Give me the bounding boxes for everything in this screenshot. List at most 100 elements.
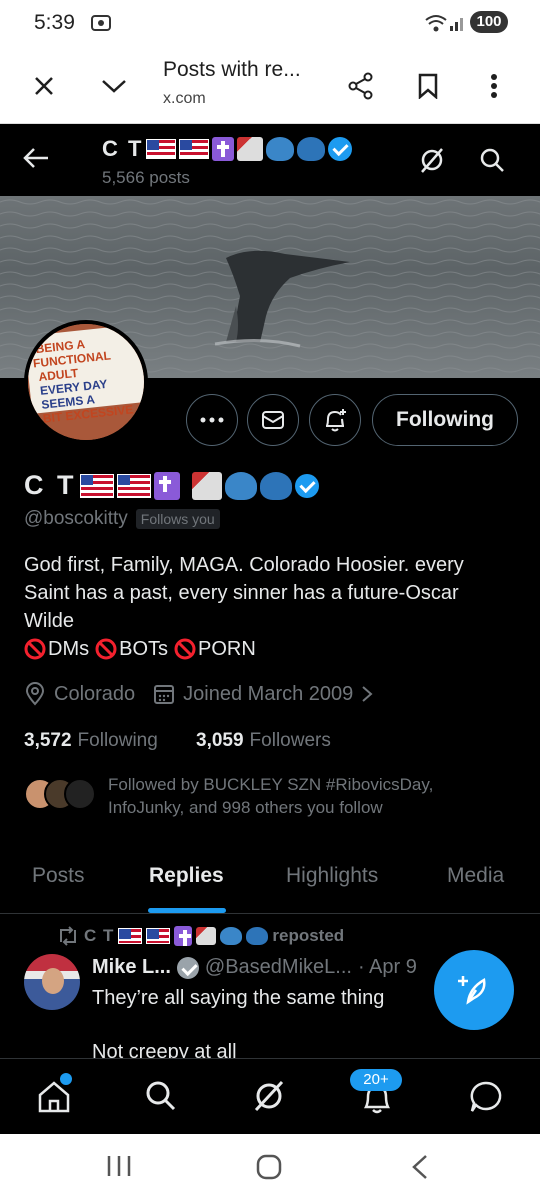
followers-count: 3,059 <box>196 730 244 751</box>
us-flag-icon <box>179 139 210 159</box>
notifications-subscribe-button[interactable] <box>309 394 361 446</box>
search-icon[interactable] <box>478 146 506 179</box>
profile-joined[interactable]: Joined March 2009 <box>183 683 353 706</box>
bio-line: God first, Family, MAGA. Colorado Hoosie… <box>24 554 464 576</box>
whale-icon <box>220 927 243 945</box>
bio-no-porn: PORN <box>198 638 256 660</box>
browser-toolbar: Posts with re... x.com <box>0 48 540 124</box>
followed-by-line: InfoJunky, and 998 others you follow <box>108 798 383 817</box>
post-author[interactable]: Mike L... <box>92 956 171 979</box>
bio-line: Wilde <box>24 610 75 632</box>
tab-replies[interactable]: Replies <box>149 864 224 888</box>
tab-posts[interactable]: Posts <box>32 864 85 888</box>
share-icon[interactable] <box>343 68 379 104</box>
profile-location: Colorado <box>54 682 136 705</box>
home-button-icon[interactable] <box>256 1154 282 1185</box>
bookmark-icon[interactable] <box>410 68 446 104</box>
feather-plus-icon <box>458 976 486 1005</box>
profile-header-bar: C T 5,566 posts <box>0 124 540 196</box>
grok-icon[interactable] <box>252 1079 286 1118</box>
envelope-icon <box>262 411 284 429</box>
page-title: Posts with re... <box>163 58 301 81</box>
followers-link[interactable]: 3,059 Followers <box>196 730 331 752</box>
grok-icon[interactable] <box>418 146 446 179</box>
status-time: 5:39 <box>34 11 75 34</box>
whale-icon <box>246 927 269 945</box>
search-icon[interactable] <box>144 1079 178 1118</box>
post-text: They’re all saying the same thing <box>92 987 385 1009</box>
avatar-sign-image: BEING A FUNCTIONAL ADULT EVERY DAY SEEMS… <box>28 324 144 440</box>
whale-icon <box>297 137 326 161</box>
tab-highlights[interactable]: Highlights <box>286 864 378 888</box>
back-button-icon[interactable] <box>410 1154 430 1185</box>
screen-cast-icon <box>90 13 112 38</box>
post-date[interactable]: · Apr 9 <box>358 956 417 979</box>
profile-tabs: Posts Replies Highlights Media <box>0 846 540 914</box>
verified-badge-icon <box>294 473 319 498</box>
repost-context: C T reposted <box>56 926 344 946</box>
home-icon[interactable] <box>36 1073 72 1120</box>
back-arrow-icon[interactable] <box>22 146 50 175</box>
whale-icon <box>224 471 257 500</box>
us-flag-icon <box>79 473 114 498</box>
us-flag-icon <box>146 928 171 944</box>
messages-icon[interactable] <box>468 1079 504 1120</box>
recent-apps-icon[interactable] <box>106 1154 132 1183</box>
battery-indicator: 100 <box>470 11 508 33</box>
post-author-avatar[interactable] <box>24 954 80 1010</box>
post-count: 5,566 posts <box>102 168 190 187</box>
follows-you-badge: Follows you <box>135 509 220 529</box>
bell-plus-icon <box>326 409 346 432</box>
close-icon[interactable] <box>26 68 62 104</box>
roller-coaster-icon <box>237 137 264 161</box>
followed-by-line: Followed by BUCKLEY SZN #RibovicsDay, <box>108 775 434 794</box>
avatar[interactable]: BEING A FUNCTIONAL ADULT EVERY DAY SEEMS… <box>24 320 148 444</box>
chevron-right-icon[interactable] <box>361 685 373 703</box>
no-entry-icon <box>174 638 196 660</box>
us-flag-icon <box>118 928 143 944</box>
bottom-navigation: 20+ <box>0 1058 540 1134</box>
tab-media[interactable]: Media <box>447 864 504 888</box>
followed-by-text[interactable]: Followed by BUCKLEY SZN #RibovicsDay, In… <box>108 773 433 819</box>
more-options-button[interactable] <box>186 394 238 446</box>
message-button[interactable] <box>247 394 299 446</box>
verified-badge-icon <box>176 956 199 979</box>
location-pin-icon <box>25 682 45 706</box>
more-vertical-icon[interactable] <box>476 68 512 104</box>
reposter-name[interactable]: C T <box>84 926 114 946</box>
latin-cross-icon <box>174 926 193 946</box>
us-flag-icon <box>146 139 177 159</box>
latin-cross-icon <box>212 137 235 161</box>
profile-handle: @boscokitty <box>24 508 128 529</box>
page-url: x.com <box>163 90 206 107</box>
reposted-label: reposted <box>272 926 345 945</box>
verified-badge-icon <box>328 137 353 161</box>
latin-cross-icon <box>153 471 180 500</box>
status-bar: 5:39 100 <box>0 0 540 48</box>
notification-count-badge: 20+ <box>350 1069 402 1091</box>
no-entry-icon <box>95 638 117 660</box>
roller-coaster-icon <box>191 471 222 500</box>
bio-line: Saint has a past, every sinner has a fut… <box>24 582 459 604</box>
calendar-icon <box>154 685 175 704</box>
post-handle[interactable]: @BasedMikeL... <box>205 956 352 979</box>
us-flag-icon <box>116 473 151 498</box>
whale-icon <box>259 471 292 500</box>
following-link[interactable]: 3,572 Following <box>24 730 158 752</box>
avatar <box>42 968 64 994</box>
roller-coaster-icon <box>196 927 217 945</box>
avatar <box>64 778 96 810</box>
post-header: Mike L... @BasedMikeL... · Apr 9 <box>92 956 417 979</box>
following-label: Following <box>77 730 158 751</box>
following-button[interactable]: Following <box>372 394 518 446</box>
followed-by-avatars[interactable] <box>24 778 96 812</box>
compose-post-button[interactable] <box>434 950 514 1030</box>
bio-no-bots: BOTs <box>119 638 169 660</box>
whale-icon <box>266 137 295 161</box>
profile-name: C T <box>24 470 77 500</box>
system-navigation <box>0 1134 540 1200</box>
following-count: 3,572 <box>24 730 72 751</box>
header-name: C T <box>102 136 144 161</box>
chevron-down-icon[interactable] <box>96 68 132 104</box>
wifi-icon <box>424 14 448 37</box>
